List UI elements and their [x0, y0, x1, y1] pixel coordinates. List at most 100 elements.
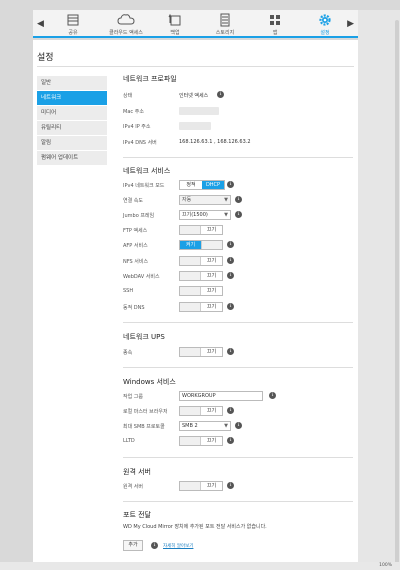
nav-item-apps[interactable]: 앱: [257, 13, 293, 36]
chevron-down-icon: ▼: [224, 197, 228, 203]
info-icon[interactable]: i: [269, 392, 276, 399]
static-option[interactable]: 정적: [180, 181, 202, 189]
status-row: 상태 인터넷 액세스 i: [123, 90, 355, 101]
section-title-services: 네트워크 서비스: [123, 167, 171, 175]
nav-item-backup[interactable]: 백업: [157, 13, 193, 36]
nav-label: 공유: [68, 30, 78, 36]
info-icon[interactable]: i: [227, 241, 234, 248]
info-icon[interactable]: i: [227, 257, 234, 264]
sidebar-item-network[interactable]: 네트워크: [37, 91, 107, 106]
nav-prev-icon[interactable]: ◀: [37, 19, 44, 29]
nfs-row: NFS 서비스 끄기 i: [123, 256, 355, 267]
apps-icon: [270, 15, 280, 25]
sidebar-item-general[interactable]: 일반: [37, 76, 107, 91]
afp-toggle[interactable]: 켜기: [179, 240, 223, 250]
nav-label: 스토리지: [215, 30, 235, 36]
top-navigation: ◀ ▶ 공유 클라우드 액세스 백업 스토리지 앱 설정: [33, 10, 358, 38]
webdav-toggle[interactable]: 끄기: [179, 271, 223, 281]
ipv4-label: IPv4 IP 주소: [123, 124, 151, 130]
nav-item-cloud[interactable]: 클라우드 액세스: [105, 13, 147, 36]
divider: [123, 367, 353, 368]
zoom-level[interactable]: 100%: [379, 563, 392, 568]
ftp-row: FTP 액세스 끄기: [123, 225, 355, 236]
section-title-windows: Windows 서비스: [123, 378, 176, 386]
share-icon: [67, 14, 79, 26]
ssh-toggle[interactable]: 끄기: [179, 286, 223, 296]
status-value: 인터넷 액세스: [179, 93, 209, 99]
jumbo-label: Jumbo 프레임: [123, 213, 155, 219]
nfs-label: NFS 서비스: [123, 259, 149, 265]
storage-icon: [220, 13, 230, 27]
nav-item-storage[interactable]: 스토리지: [207, 13, 243, 36]
status-bar: 100%: [0, 562, 400, 570]
info-icon[interactable]: i: [227, 181, 234, 188]
info-icon[interactable]: i: [151, 542, 158, 549]
window-edge: [358, 10, 400, 570]
ups-slave-toggle[interactable]: 끄기: [179, 347, 223, 357]
info-icon[interactable]: i: [235, 196, 242, 203]
info-icon[interactable]: i: [217, 91, 224, 98]
dns-value: 168.126.63.1 , 168.126.63.2: [179, 139, 251, 145]
scrollbar[interactable]: [395, 20, 399, 570]
ssh-row: SSH 끄기: [123, 286, 355, 297]
chevron-down-icon: ▼: [224, 423, 228, 429]
add-button[interactable]: 추가: [123, 540, 143, 551]
lltd-toggle[interactable]: 끄기: [179, 436, 223, 446]
cloud-icon: [117, 14, 135, 25]
backup-icon: [168, 13, 181, 26]
sidebar-item-media[interactable]: 미디어: [37, 106, 107, 121]
info-icon[interactable]: i: [227, 272, 234, 279]
master-browser-row: 로컬 마스터 브라우저 끄기 i: [123, 406, 355, 417]
remote-server-label: 원격 서버: [123, 484, 143, 490]
ddns-toggle[interactable]: 끄기: [179, 302, 223, 312]
webdav-row: WebDAV 서비스 끄기 i: [123, 271, 355, 282]
info-icon[interactable]: i: [227, 303, 234, 310]
divider: [37, 66, 354, 67]
jumbo-select[interactable]: 끄기(1500) ▼: [179, 210, 231, 220]
learn-more-link[interactable]: 자세히 알아보기: [163, 543, 193, 549]
sidebar-item-firmware[interactable]: 펌웨어 업데이트: [37, 151, 107, 166]
ups-slave-label: 종속: [123, 350, 133, 356]
workgroup-row: 작업 그룹 WORKGROUP i: [123, 391, 355, 402]
page-title: 설정: [37, 53, 54, 63]
section-title-remote: 원격 서버: [123, 468, 151, 476]
sidebar-item-utilities[interactable]: 유틸리티: [37, 121, 107, 136]
dns-label: IPv4 DNS 서버: [123, 140, 157, 146]
nav-next-icon[interactable]: ▶: [347, 19, 354, 29]
ftp-toggle[interactable]: 끄기: [179, 225, 223, 235]
nav-label: 클라우드 액세스: [109, 30, 143, 36]
link-speed-select[interactable]: 자동 ▼: [179, 195, 231, 205]
master-browser-toggle[interactable]: 끄기: [179, 406, 223, 416]
remote-server-row: 원격 서버 끄기 i: [123, 481, 355, 492]
ipv4-mode-row: IPv4 네트워크 모드 정적 DHCP i: [123, 180, 355, 191]
info-icon[interactable]: i: [227, 348, 234, 355]
divider: [123, 157, 353, 158]
jumbo-row: Jumbo 프레임 끄기(1500) ▼ i: [123, 210, 355, 221]
link-speed-row: 연결 속도 자동 ▼ i: [123, 195, 355, 206]
mac-value-redacted: [179, 107, 219, 115]
lltd-label: LLTD: [123, 438, 135, 444]
remote-server-toggle[interactable]: 끄기: [179, 481, 223, 491]
nav-item-settings[interactable]: 설정: [307, 13, 343, 36]
nav-item-share[interactable]: 공유: [55, 13, 91, 36]
mac-label: Mac 주소: [123, 109, 144, 115]
info-icon[interactable]: i: [235, 211, 242, 218]
info-icon[interactable]: i: [227, 482, 234, 489]
link-speed-label: 연결 속도: [123, 198, 143, 204]
nav-label: 백업: [170, 30, 180, 36]
nav-label: 앱: [272, 30, 278, 36]
webdav-label: WebDAV 서비스: [123, 274, 160, 280]
info-icon[interactable]: i: [235, 422, 242, 429]
ssh-label: SSH: [123, 288, 134, 294]
nfs-toggle[interactable]: 끄기: [179, 256, 223, 266]
status-label: 상태: [123, 93, 133, 99]
nav-label: 설정: [320, 30, 330, 36]
info-icon[interactable]: i: [227, 407, 234, 414]
sidebar-item-notifications[interactable]: 알림: [37, 136, 107, 151]
dhcp-option[interactable]: DHCP: [202, 181, 224, 189]
info-icon[interactable]: i: [227, 437, 234, 444]
smb-select[interactable]: SMB 2 ▼: [179, 421, 231, 431]
smb-label: 최대 SMB 프로토콜: [123, 424, 165, 430]
section-title-profile: 네트워크 프로파일: [123, 75, 177, 83]
workgroup-input[interactable]: WORKGROUP: [179, 391, 263, 401]
